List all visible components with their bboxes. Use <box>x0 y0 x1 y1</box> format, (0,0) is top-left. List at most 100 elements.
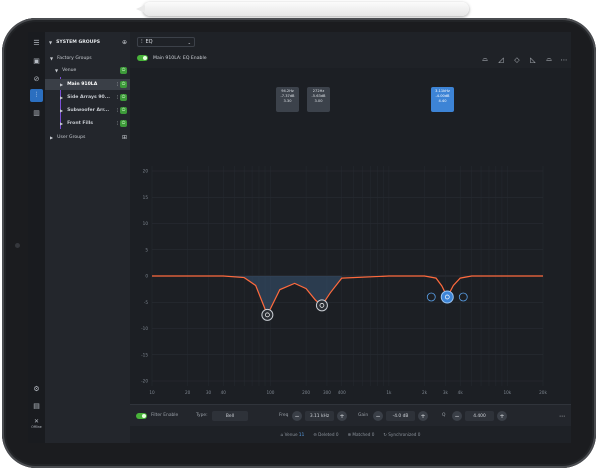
network-icon: ✕ <box>33 417 40 425</box>
chevron-right-icon: ▶ <box>50 135 54 140</box>
bell-filter-icon[interactable]: ◇ <box>512 55 522 64</box>
group-factory[interactable]: ▼ Factory Groups <box>45 53 130 64</box>
apple-pencil <box>143 2 469 16</box>
filter-enable-toggle[interactable] <box>136 413 147 419</box>
status-venue-count: 11 <box>298 432 305 437</box>
fader-icon[interactable]: ⫶ <box>117 95 118 101</box>
x-tick-label: 20k <box>539 390 547 395</box>
y-tick-label: -10 <box>141 326 148 331</box>
y-tick-label: 20 <box>143 169 149 174</box>
power-icon[interactable]: ⏻ <box>120 67 127 74</box>
power-icon[interactable]: ⏻ <box>120 107 127 114</box>
camera-dot <box>15 243 20 248</box>
group-label: Front Fills <box>67 121 94 126</box>
x-tick-label: 1k <box>386 390 392 395</box>
low-shelf-icon[interactable]: ⌓ <box>480 55 490 64</box>
power-icon[interactable]: ⏻ <box>120 94 127 101</box>
group-user[interactable]: ▶ User Groups ⊞ <box>45 132 130 143</box>
view-label: EQ <box>145 39 153 45</box>
q-label: Q <box>442 413 446 418</box>
meters-icon[interactable]: ▥ <box>30 106 43 119</box>
group-label: Main 910LA <box>67 82 98 87</box>
save-icon[interactable]: ▣ <box>30 54 43 67</box>
group-main-910la[interactable]: ▶ Main 910LA ⫶ ⏻ <box>45 79 130 90</box>
check-icon[interactable]: ⊘ <box>30 72 43 85</box>
x-tick-label: 100 <box>266 390 274 395</box>
gain-value[interactable]: -4.0 dB <box>386 411 415 421</box>
y-tick-label: -15 <box>141 352 148 357</box>
eq-band-point <box>315 299 328 312</box>
group-side-arrays[interactable]: ▶ Side Arrays 90... ⫶ ⏻ <box>45 92 130 103</box>
group-venue[interactable]: ▼ Venue ⏻ <box>45 65 130 76</box>
type-select[interactable]: Bell <box>212 411 248 421</box>
group-front-fills[interactable]: ▶ Front Fills ⫶ ⏻ <box>45 118 130 129</box>
power-icon[interactable]: ⏻ <box>120 120 127 127</box>
menu-icon[interactable]: ☰ <box>30 36 43 49</box>
chevron-right-icon: ▶ <box>60 82 64 87</box>
freq-label: Freq <box>279 413 289 418</box>
more-icon[interactable]: ⋯ <box>557 411 567 421</box>
top-bar: ⫶ EQ ⌄ <box>130 32 571 52</box>
device-icon[interactable]: ▤ <box>30 399 43 412</box>
y-tick-label: -5 <box>144 300 149 305</box>
pencil-tip <box>136 5 145 13</box>
eq-enable-toggle[interactable] <box>137 55 148 61</box>
collapse-icon[interactable]: ▼ <box>49 40 52 45</box>
q-decrement-button[interactable]: − <box>452 411 462 421</box>
x-tick-label: 4k <box>458 390 464 395</box>
app-screen: ☰ ▣ ⊘ ⫶ ▥ ⚙ ▤ ✕ Offline ▼ SYSTEM GROUPS … <box>28 32 571 443</box>
add-group-icon[interactable]: ⊞ <box>122 134 127 141</box>
high-shelf-icon[interactable]: ⌓ <box>544 55 554 64</box>
fader-icon[interactable]: ⫶ <box>117 121 118 127</box>
eq-enable-label: Main 910LA: EQ Enable <box>153 56 207 61</box>
gain-decrement-button[interactable]: − <box>373 411 383 421</box>
power-icon[interactable]: ⏻ <box>120 81 127 88</box>
chevron-down-icon: ▼ <box>55 68 59 73</box>
eq-view-icon: ⫶ <box>141 38 143 45</box>
gain-increment-button[interactable]: + <box>418 411 428 421</box>
status-synchronized: ↻ Synchronized 0 <box>383 432 421 437</box>
fader-icon[interactable]: ⫶ <box>117 108 118 114</box>
chevron-down-icon: ⌄ <box>187 39 191 45</box>
freq-increment-button[interactable]: + <box>337 411 347 421</box>
status-deleted-label: Deleted 0 <box>318 432 339 437</box>
settings-icon[interactable]: ⚙ <box>30 382 43 395</box>
q-value[interactable]: 4.400 <box>465 411 494 421</box>
offline-label: Offline <box>31 424 42 429</box>
groups-header-label: SYSTEM GROUPS <box>56 40 101 45</box>
mixer-icon[interactable]: ⫶ <box>30 89 43 102</box>
status-synchronized-label: Synchronized 0 <box>388 432 421 437</box>
x-tick-label: 3k <box>443 390 449 395</box>
eq-toolbar: Main 910LA: EQ Enable ⌓ ◿ ◇ ◺ ⌓ ⋯ <box>130 51 571 68</box>
y-tick-label: 10 <box>143 221 149 226</box>
freq-value[interactable]: 3.11 kHz <box>305 411 334 421</box>
high-cut-icon[interactable]: ◺ <box>528 55 538 64</box>
y-tick-label: 0 <box>145 274 148 279</box>
q-handle-right <box>458 292 468 302</box>
freq-decrement-button[interactable]: − <box>292 411 302 421</box>
eq-band-point <box>261 308 274 321</box>
status-bar: ⌂ Venue 11 ⊖ Deleted 0 ⊕ Matched 0 ↻ Syn… <box>130 426 571 443</box>
q-handle-left <box>426 292 436 302</box>
chevron-right-icon: ▶ <box>60 121 64 126</box>
group-label: Factory Groups <box>57 56 92 61</box>
eq-chart[interactable]: 20 15 10 5 0 -5 -10 -15 -20 10 20 30 40 100 200 300 400 1… <box>130 68 571 404</box>
group-label: User Groups <box>57 135 86 140</box>
offline-status[interactable]: ✕ Offline <box>30 414 43 432</box>
group-label: Side Arrays 90... <box>67 95 110 100</box>
more-icon[interactable]: ⋯ <box>559 55 569 64</box>
view-selector[interactable]: ⫶ EQ ⌄ <box>137 37 195 47</box>
x-tick-label: 400 <box>338 390 346 395</box>
chevron-right-icon: ▶ <box>60 95 64 100</box>
chevron-down-icon: ▼ <box>50 56 54 61</box>
low-cut-icon[interactable]: ◿ <box>496 55 506 64</box>
status-matched-label: Matched 0 <box>352 432 375 437</box>
y-tick-label: 5 <box>145 247 148 252</box>
x-tick-label: 10k <box>503 390 511 395</box>
x-tick-label: 20 <box>185 390 191 395</box>
lock-icon[interactable]: ⊕ <box>122 39 127 46</box>
fader-icon[interactable]: ⫶ <box>117 82 118 88</box>
q-increment-button[interactable]: + <box>497 411 507 421</box>
icon-rail: ☰ ▣ ⊘ ⫶ ▥ ⚙ ▤ ✕ Offline <box>28 32 46 443</box>
group-subwoofer[interactable]: ▶ Subwoofer Arr... ⫶ ⏻ <box>45 105 130 116</box>
